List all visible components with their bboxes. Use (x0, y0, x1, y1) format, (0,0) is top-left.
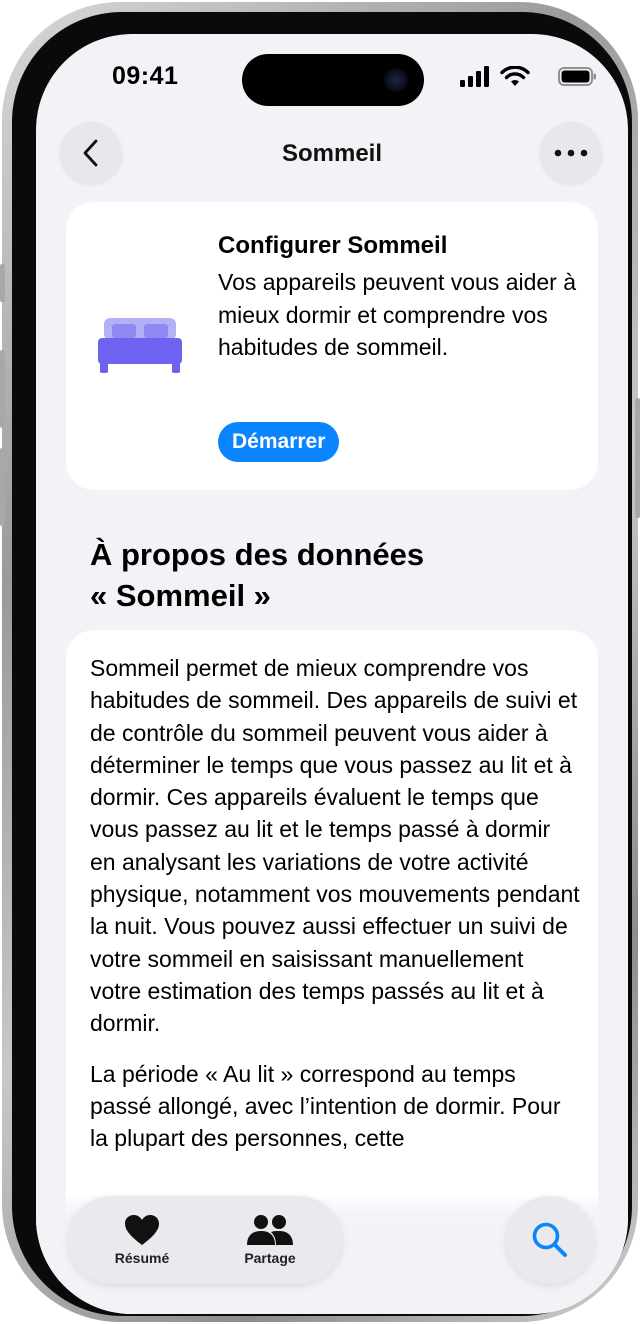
tab-sharing[interactable]: Partage (210, 1196, 330, 1284)
about-text: Sommeil permet de mieux comprendre vos h… (90, 652, 580, 1172)
setup-card-title: Configurer Sommeil (218, 232, 448, 259)
about-paragraph-2: La période « Au lit » correspond au temp… (90, 1060, 561, 1152)
search-icon (532, 1222, 567, 1257)
about-section-title: À propos des données « Sommeil » (90, 534, 570, 616)
tab-bar: Résumé Partage (68, 1196, 342, 1284)
battery-icon (558, 67, 596, 86)
tab-summary-label: Résumé (114, 1250, 170, 1266)
phone-frame: 09:41 Sommeil Configurer Sommeil Vos app… (0, 2, 640, 1322)
more-options-button[interactable] (540, 122, 602, 184)
cellular-signal-icon (460, 66, 489, 87)
search-button[interactable] (506, 1196, 594, 1284)
dynamic-island (242, 54, 424, 106)
people-icon (247, 1215, 293, 1245)
setup-sleep-card: Configurer Sommeil Vos appareils peuvent… (66, 202, 598, 490)
about-paragraph-1: Sommeil permet de mieux comprendre vos h… (90, 655, 580, 1037)
ellipsis-icon (554, 149, 588, 157)
phone-bezel: 09:41 Sommeil Configurer Sommeil Vos app… (12, 12, 632, 1316)
tab-sharing-label: Partage (244, 1250, 296, 1266)
volume-down-button (0, 448, 5, 526)
start-button[interactable]: Démarrer (218, 422, 340, 462)
power-button (635, 398, 640, 518)
status-time: 09:41 (112, 62, 179, 90)
action-button (0, 264, 5, 302)
tab-summary[interactable]: Résumé (82, 1196, 202, 1284)
about-title-line2: « Sommeil » (90, 578, 271, 613)
heart-icon (125, 1215, 159, 1245)
setup-card-description: Vos appareils peuvent vous aider à mieux… (218, 269, 577, 360)
status-icons (460, 66, 600, 88)
camera-icon (384, 68, 408, 92)
screen: 09:41 Sommeil Configurer Sommeil Vos app… (36, 34, 628, 1314)
bed-icon (98, 318, 182, 373)
wifi-icon (500, 66, 530, 86)
about-title-line1: À propos des données (90, 537, 425, 572)
volume-up-button (0, 350, 5, 428)
